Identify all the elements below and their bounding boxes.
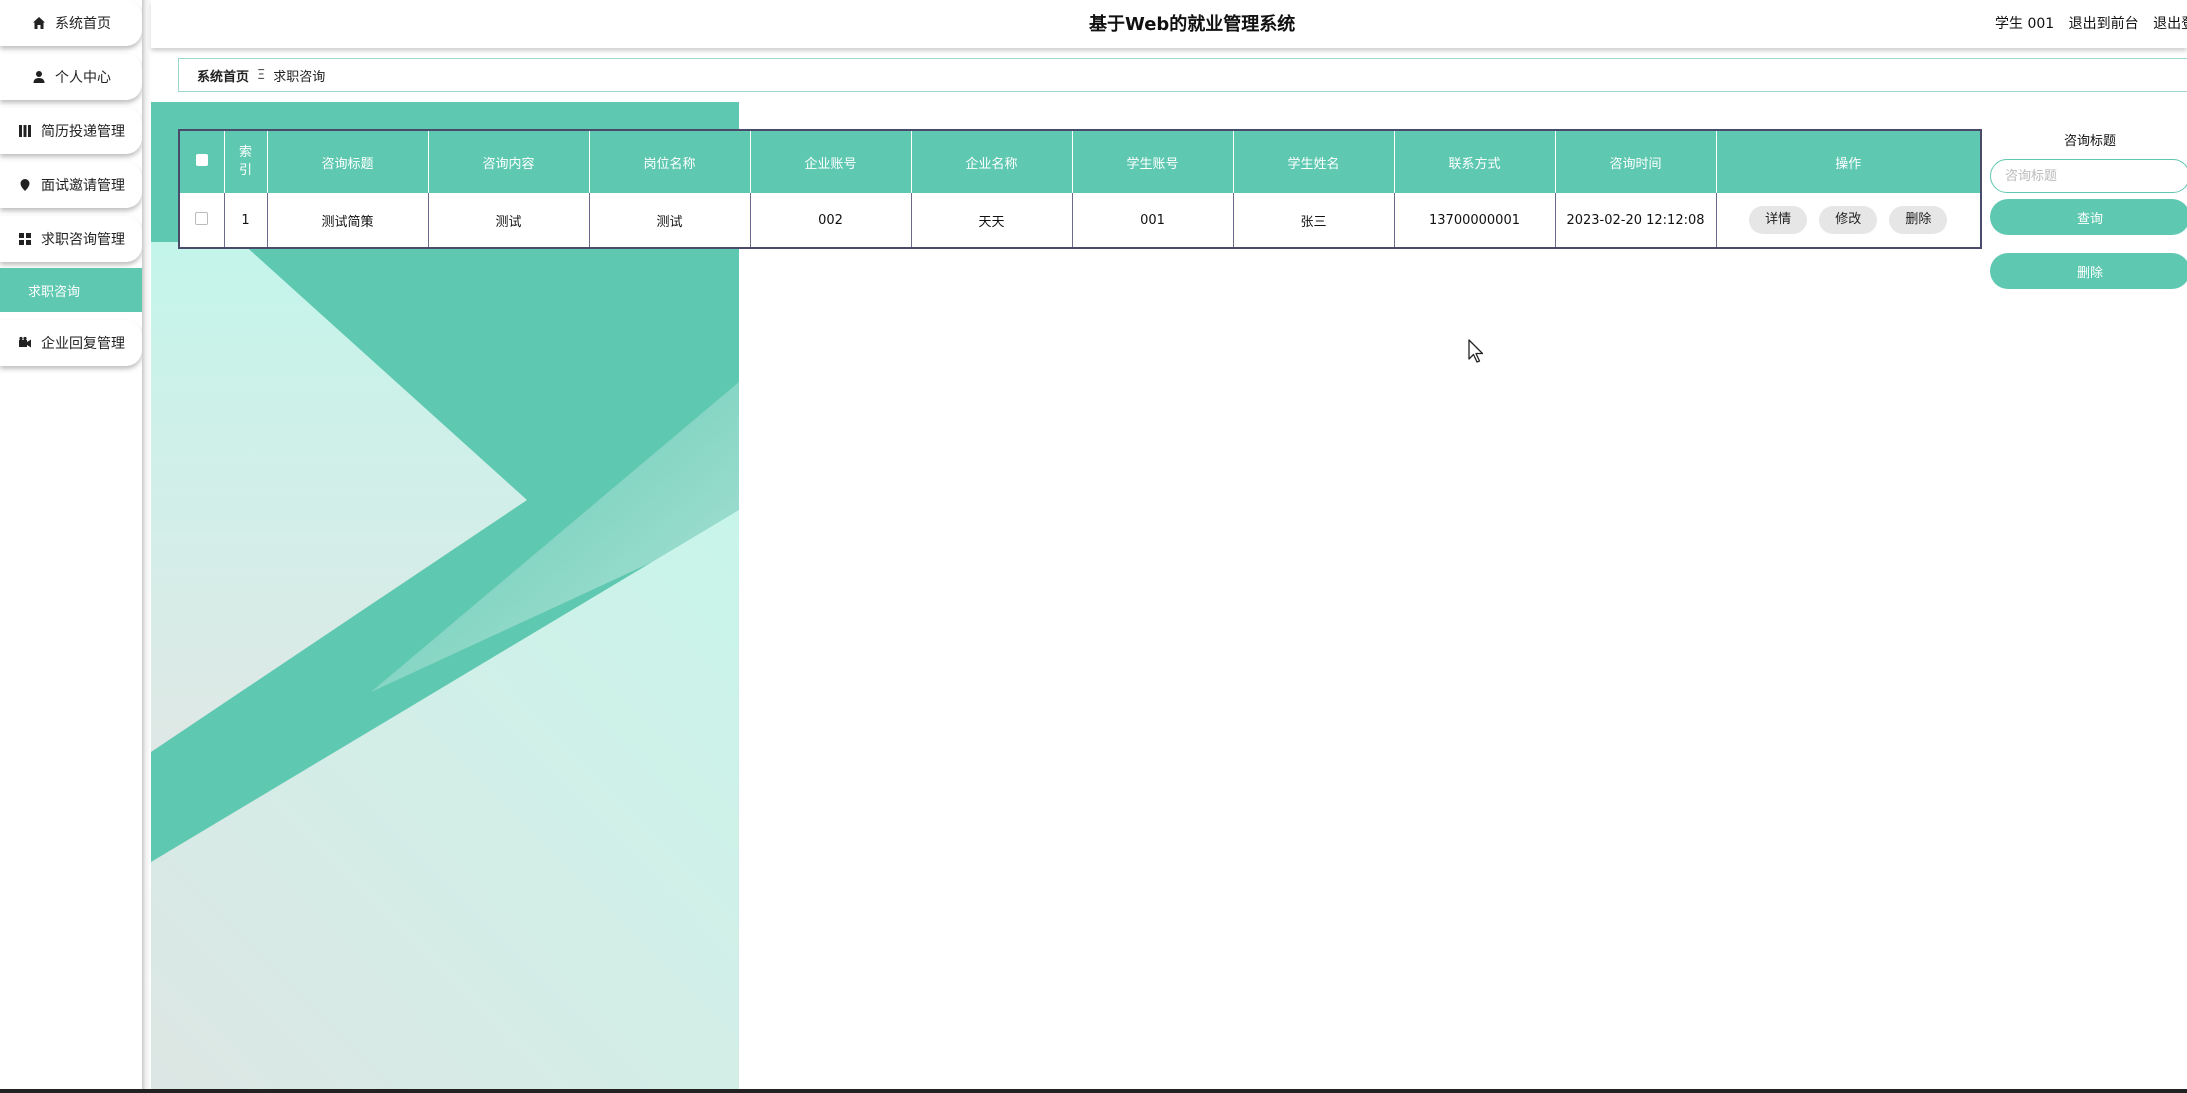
- column-header: 联系方式: [1394, 131, 1556, 193]
- row-select-cell[interactable]: [180, 193, 225, 247]
- table-row: 1 测试简策 测试 测试 002 天天 001 张三 13700000001 2…: [180, 193, 1980, 247]
- column-header: 企业账号: [750, 131, 912, 193]
- select-all-header[interactable]: [180, 131, 225, 193]
- user-icon: [31, 69, 47, 85]
- grid-bars-icon: [17, 123, 33, 139]
- detail-button[interactable]: 详情: [1749, 206, 1808, 234]
- cell-student-name: 张三: [1233, 193, 1395, 247]
- table-header-row: 索引 咨询标题 咨询内容 岗位名称 企业账号 企业名称 学生账号 学生姓名 联系…: [180, 131, 1980, 193]
- sidebar-item-label: 面试邀请管理: [41, 178, 125, 194]
- query-button[interactable]: 查询: [1990, 199, 2187, 235]
- cell-position: 测试: [589, 193, 751, 247]
- sidebar-item-label: 简历投递管理: [41, 124, 125, 140]
- search-title-input[interactable]: [1990, 159, 2187, 193]
- grid-squares-icon: [17, 231, 33, 247]
- column-header: 咨询时间: [1555, 131, 1717, 193]
- sidebar-item-consult[interactable]: 求职咨询管理: [0, 216, 142, 262]
- sidebar-item-interview[interactable]: 面试邀请管理: [0, 162, 142, 208]
- sidebar-item-profile[interactable]: 个人中心: [0, 54, 142, 100]
- cell-student-account: 001: [1072, 193, 1234, 247]
- row-checkbox[interactable]: [195, 211, 209, 225]
- sidebar: 系统首页 个人中心 简历投递管理 面试邀请管理 求职咨询管理 求职咨询 企业回复…: [0, 0, 142, 1093]
- breadcrumb-current: 求职咨询: [273, 69, 326, 85]
- app-title: 基于Web的就业管理系统: [1089, 14, 1296, 35]
- cell-company-account: 002: [750, 193, 912, 247]
- column-header: 学生账号: [1072, 131, 1234, 193]
- column-header: 岗位名称: [589, 131, 751, 193]
- delete-row-button[interactable]: 删除: [1889, 206, 1948, 234]
- location-pin-icon: [17, 177, 33, 193]
- bottom-edge: [0, 1089, 2187, 1093]
- sidebar-subitem-label: 求职咨询: [28, 284, 81, 300]
- select-all-checkbox[interactable]: [195, 154, 208, 166]
- column-header: 学生姓名: [1233, 131, 1395, 193]
- top-header: 基于Web的就业管理系统 学生 001 退出到前台 退出登录: [151, 0, 2187, 48]
- breadcrumb: 系统首页 Ξ 求职咨询: [178, 58, 2187, 92]
- header-user-area: 学生 001 退出到前台 退出登录: [1995, 13, 2187, 33]
- sidebar-item-resume[interactable]: 简历投递管理: [0, 108, 142, 154]
- cell-time: 2023-02-20 12:12:08: [1555, 193, 1717, 247]
- column-header: 咨询标题: [267, 131, 429, 193]
- sidebar-item-label: 个人中心: [55, 70, 111, 86]
- consultation-table: 索引 咨询标题 咨询内容 岗位名称 企业账号 企业名称 学生账号 学生姓名 联系…: [178, 129, 1982, 249]
- decorative-background: [151, 102, 739, 1093]
- sidebar-item-label: 求职咨询管理: [41, 232, 125, 248]
- search-label: 咨询标题: [2063, 134, 2116, 149]
- cell-actions: 详情 修改 删除: [1716, 193, 1980, 247]
- sidebar-subitem-consult[interactable]: 求职咨询: [0, 268, 142, 312]
- cell-company-name: 天天: [911, 193, 1073, 247]
- home-icon: [31, 15, 47, 31]
- sidebar-divider: [142, 0, 151, 1093]
- cell-index: 1: [224, 193, 268, 247]
- edit-button[interactable]: 修改: [1819, 206, 1878, 234]
- sidebar-item-label: 企业回复管理: [41, 336, 125, 352]
- sidebar-item-home[interactable]: 系统首页: [0, 0, 142, 46]
- logout-link[interactable]: 退出登录: [2153, 16, 2187, 32]
- mouse-cursor-icon: [1468, 339, 1486, 365]
- breadcrumb-home[interactable]: 系统首页: [197, 66, 249, 85]
- sidebar-item-label: 系统首页: [55, 16, 111, 32]
- video-camera-icon: [17, 335, 33, 351]
- cell-content: 测试: [428, 193, 590, 247]
- search-panel: 咨询标题 查询 删除: [1990, 130, 2187, 289]
- sidebar-item-company-reply[interactable]: 企业回复管理: [0, 320, 142, 366]
- column-header: 咨询内容: [428, 131, 590, 193]
- batch-delete-button[interactable]: 删除: [1990, 253, 2187, 289]
- column-header: 企业名称: [911, 131, 1073, 193]
- column-header: 索引: [224, 131, 268, 193]
- cell-phone: 13700000001: [1394, 193, 1556, 247]
- cell-title: 测试简策: [267, 193, 429, 247]
- breadcrumb-separator: Ξ: [257, 67, 266, 83]
- back-to-front-link[interactable]: 退出到前台: [2069, 16, 2139, 32]
- column-header: 操作: [1716, 131, 1980, 193]
- current-user: 学生 001: [1995, 16, 2055, 32]
